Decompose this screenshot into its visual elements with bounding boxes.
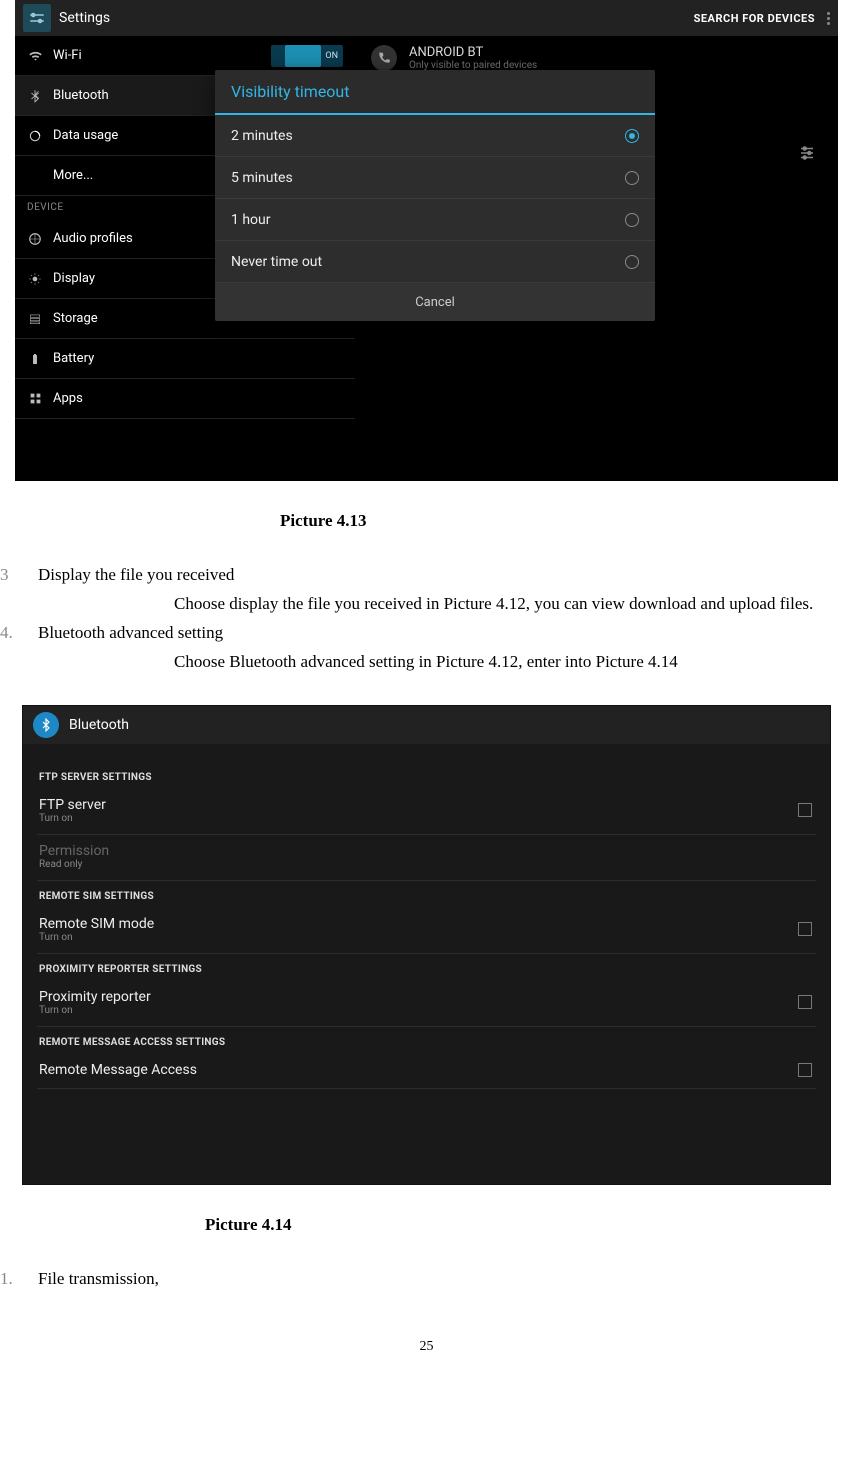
group-header: FTP SERVER SETTINGS [37,762,816,789]
row-subtitle: Read only [39,859,109,870]
list-title: File transmission, [38,1265,853,1294]
list-number: 4. [0,619,38,648]
dialog-option-never[interactable]: Never time out [215,241,655,283]
sidebar-label: Storage [53,311,98,326]
row-title: Remote SIM mode [39,916,154,932]
group-header: PROXIMITY REPORTER SETTINGS [37,954,816,981]
bluetooth-advanced-screenshot: Bluetooth FTP SERVER SETTINGS FTP server… [22,705,831,1185]
actionbar-title: Settings [59,10,110,26]
figure-caption: Picture 4.13 [0,511,853,531]
list-body: Choose Bluetooth advanced setting in Pic… [0,648,853,677]
sidebar-label: Audio profiles [53,231,133,246]
bluetooth-icon [27,88,43,104]
audio-icon [27,231,43,247]
settings-screenshot: Settings SEARCH FOR DEVICES Wi-Fi ON [15,0,838,481]
row-title: Proximity reporter [39,989,151,1005]
wifi-toggle[interactable]: ON [271,45,343,67]
bluetooth-header: Bluetooth [23,706,830,744]
bluetooth-icon [33,712,59,738]
action-bar: Settings SEARCH FOR DEVICES [15,0,838,36]
sidebar-label: Battery [53,351,94,366]
dialog-title: Visibility timeout [215,70,655,115]
sidebar-item-apps[interactable]: Apps [15,379,355,419]
blank-icon [27,168,43,184]
page-number: 25 [0,1339,853,1355]
row-title: Remote Message Access [39,1062,197,1078]
figure-caption: Picture 4.14 [0,1215,853,1235]
option-label: 2 minutes [231,128,293,144]
checkbox-icon[interactable] [798,995,812,1009]
tune-icon[interactable] [798,144,816,166]
apps-icon [27,391,43,407]
row-remote-message[interactable]: Remote Message Access [37,1054,816,1089]
dialog-option-5min[interactable]: 5 minutes [215,157,655,199]
sidebar-label: More... [53,168,93,183]
document-text: 3 Display the file you received Choose d… [0,561,853,677]
wifi-icon [27,48,43,64]
header-title: Bluetooth [69,717,129,733]
data-usage-icon [27,128,43,144]
dialog-option-1hour[interactable]: 1 hour [215,199,655,241]
sidebar-label: Apps [53,391,83,406]
sidebar-label: Bluetooth [53,88,109,103]
checkbox-icon[interactable] [798,803,812,817]
phone-icon [371,45,397,71]
list-body: Choose display the file you received in … [0,590,853,619]
row-subtitle: Turn on [39,813,106,824]
display-icon [27,271,43,287]
group-header: REMOTE SIM SETTINGS [37,881,816,908]
dialog-cancel-button[interactable]: Cancel [215,283,655,321]
checkbox-icon[interactable] [798,1063,812,1077]
radio-icon [625,171,639,185]
row-title: Permission [39,843,109,859]
row-title: FTP server [39,797,106,813]
row-subtitle: Turn on [39,932,154,943]
storage-icon [27,311,43,327]
sidebar-label: Data usage [53,128,118,143]
search-for-devices-button[interactable]: SEARCH FOR DEVICES [694,12,815,25]
settings-app-icon [23,4,51,32]
group-header: REMOTE MESSAGE ACCESS SETTINGS [37,1027,816,1054]
battery-icon [27,351,43,367]
row-remote-sim[interactable]: Remote SIM mode Turn on [37,908,816,954]
visibility-timeout-dialog: Visibility timeout 2 minutes 5 minutes 1… [215,70,655,321]
list-title: Bluetooth advanced setting [38,619,853,648]
row-subtitle: Turn on [39,1005,151,1016]
option-label: 1 hour [231,212,271,228]
option-label: 5 minutes [231,170,293,186]
option-label: Never time out [231,254,322,270]
list-number: 1. [0,1265,38,1294]
list-number: 3 [0,561,38,590]
sidebar-label: Wi-Fi [53,48,82,63]
row-permission: Permission Read only [37,835,816,881]
overflow-menu-icon[interactable] [827,12,830,25]
device-name: ANDROID BT [409,45,537,60]
row-proximity[interactable]: Proximity reporter Turn on [37,981,816,1027]
row-ftp-server[interactable]: FTP server Turn on [37,789,816,835]
radio-icon [625,129,639,143]
dialog-option-2min[interactable]: 2 minutes [215,115,655,157]
sidebar-item-battery[interactable]: Battery [15,339,355,379]
sidebar-label: Display [53,271,95,286]
list-title: Display the file you received [38,561,853,590]
radio-icon [625,213,639,227]
checkbox-icon[interactable] [798,922,812,936]
radio-icon [625,255,639,269]
